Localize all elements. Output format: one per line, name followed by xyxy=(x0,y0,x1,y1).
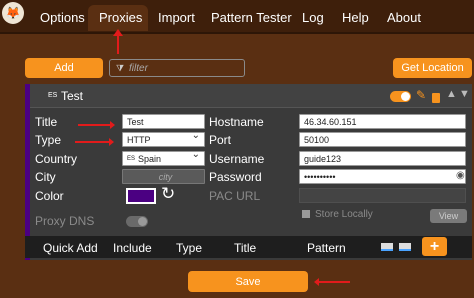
store-locally-checkbox[interactable] xyxy=(302,210,310,218)
annotation-arrow-save xyxy=(318,281,350,283)
view-label: View xyxy=(438,211,459,221)
proxy-dns-label: Proxy DNS xyxy=(35,214,95,228)
move-down-icon[interactable]: ▼ xyxy=(459,88,470,100)
filter-icon: ⧩ xyxy=(116,62,125,73)
toggle-knob-icon xyxy=(401,92,410,101)
port-value: 50100 xyxy=(304,134,330,145)
proxy-flag: ES xyxy=(48,92,58,99)
move-up-icon[interactable]: ▲ xyxy=(446,88,457,100)
reset-color-icon[interactable]: ↻ xyxy=(161,184,175,204)
edit-icon[interactable]: ✎ xyxy=(416,88,426,102)
annotation-arrow-proxies xyxy=(117,34,119,54)
pac-url-label: PAC URL xyxy=(209,189,261,203)
save-button[interactable]: Save xyxy=(188,271,308,292)
tab-about[interactable]: About xyxy=(387,11,421,25)
username-label: Username xyxy=(209,152,265,166)
proxy-panel: ES Test ✎ ▲ ▼ Title Type Country City Co… xyxy=(25,84,472,260)
enable-toggle[interactable] xyxy=(390,91,411,102)
add-button[interactable]: Add xyxy=(25,58,103,78)
delete-icon[interactable] xyxy=(432,93,440,103)
export-patterns-icon[interactable] xyxy=(399,243,411,251)
get-location-button[interactable]: Get Location xyxy=(393,58,472,78)
type-select[interactable]: HTTP xyxy=(122,130,205,147)
show-password-icon[interactable]: ◉ xyxy=(456,170,465,181)
tab-pattern-tester[interactable]: Pattern Tester xyxy=(211,11,292,25)
username-value: guide123 xyxy=(304,153,342,164)
col-title: Title xyxy=(234,241,257,255)
pac-url-input[interactable] xyxy=(299,188,466,203)
import-patterns-icon[interactable] xyxy=(381,243,393,251)
proxy-name: Test xyxy=(61,89,84,103)
proxy-header[interactable]: ES Test ✎ ▲ ▼ xyxy=(30,84,472,108)
title-value: Test xyxy=(127,116,144,127)
city-label: City xyxy=(35,170,56,184)
password-value: •••••••••• xyxy=(304,171,336,182)
country-select[interactable]: ES Spain xyxy=(122,149,205,166)
country-value: Spain xyxy=(138,153,162,164)
username-input[interactable]: guide123 xyxy=(299,151,466,166)
type-label: Type xyxy=(35,133,62,147)
filter-input[interactable]: ⧩ filter xyxy=(109,59,245,77)
country-label: Country xyxy=(35,152,78,166)
hostname-label: Hostname xyxy=(209,115,264,129)
password-input[interactable]: •••••••••• xyxy=(299,169,466,184)
port-label: Port xyxy=(209,133,232,147)
color-label: Color xyxy=(35,189,64,203)
col-quick-add: Quick Add xyxy=(43,241,98,255)
tab-options[interactable]: Options xyxy=(40,11,85,25)
view-button[interactable]: View xyxy=(430,209,467,223)
hostname-value: 46.34.60.151 xyxy=(304,116,357,127)
tab-help[interactable]: Help xyxy=(342,11,369,25)
col-include: Include xyxy=(113,241,152,255)
country-flag: ES xyxy=(127,155,136,162)
city-placeholder: city xyxy=(158,171,173,182)
filter-placeholder: filter xyxy=(129,62,148,74)
title-input[interactable]: Test xyxy=(122,114,205,129)
col-pattern: Pattern xyxy=(307,241,346,255)
tab-log[interactable]: Log xyxy=(302,11,324,25)
add-pattern-button[interactable]: + xyxy=(422,237,447,256)
hostname-input[interactable]: 46.34.60.151 xyxy=(299,114,466,129)
password-label: Password xyxy=(209,170,262,184)
city-input[interactable]: city xyxy=(122,169,205,184)
tab-proxies[interactable]: Proxies xyxy=(99,11,142,25)
col-type: Type xyxy=(176,241,203,255)
top-nav: 🦊 Options Proxies Import Pattern Tester … xyxy=(0,0,474,34)
tab-import[interactable]: Import xyxy=(158,11,195,25)
annotation-arrow-type xyxy=(75,138,114,146)
port-input[interactable]: 50100 xyxy=(299,132,466,147)
type-value: HTTP xyxy=(127,134,151,145)
proxy-dns-toggle[interactable] xyxy=(126,216,148,227)
patterns-table-header: Quick Add Include Type Title Pattern + xyxy=(25,236,472,258)
annotation-arrow-title xyxy=(78,121,115,129)
fox-logo-icon: 🦊 xyxy=(2,2,24,24)
annotation-arrowhead-proxies xyxy=(113,29,123,36)
color-swatch[interactable] xyxy=(126,188,156,204)
store-locally-label: Store Locally xyxy=(315,209,373,220)
title-label: Title xyxy=(35,115,58,129)
dns-toggle-knob-icon xyxy=(138,217,147,226)
